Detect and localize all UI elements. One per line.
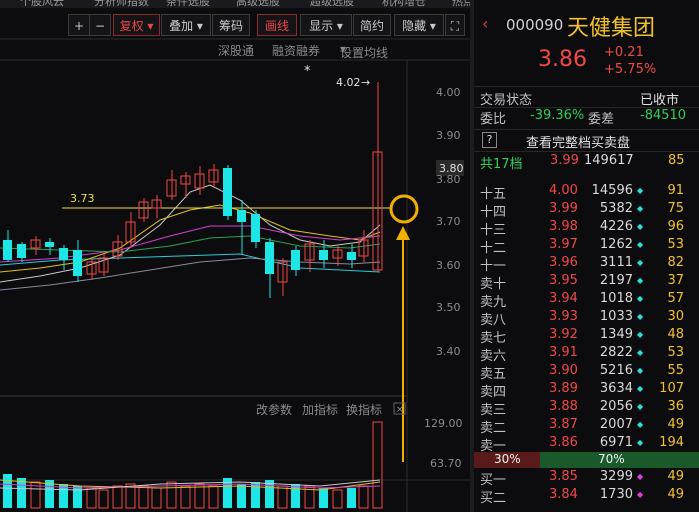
weicha-label: 委差 [588, 112, 615, 127]
vol-tick: 129.00 [424, 417, 463, 430]
full-book-row[interactable]: ? 查看完整档买卖盘 [474, 129, 699, 151]
ask-row: 卖九 3.94 1018 ◆ 57 [480, 291, 684, 310]
ask-row: 卖二 3.87 2007 ◆ 49 [480, 417, 684, 436]
ask-row: 十三 3.98 4226 ◆ 96 [480, 219, 684, 238]
weibi-value: -39.36% [530, 108, 585, 123]
bid-row: 买一 3.85 3299 ◆ 49 [480, 469, 684, 488]
ask-row: 卖七 3.92 1349 ◆ 48 [480, 327, 684, 346]
buy-ratio: 70% [598, 452, 625, 466]
total-levels-row: 共17档 3.99 149617 85 [474, 151, 699, 172]
ma-line-white [0, 184, 381, 283]
reference-line-label: 3.73 [70, 192, 95, 205]
ask-row: 卖十 3.95 2197 ◆ 37 [480, 273, 684, 292]
ask-row: 卖四 3.89 3634 ◆ 107 [480, 381, 684, 400]
status-value: 已收市 [640, 93, 680, 108]
annotation-circle [389, 194, 419, 224]
volume-bars [3, 421, 383, 509]
price-change: +0.21 +5.75% [604, 44, 656, 78]
ask-row: 卖三 3.88 2056 ◆ 36 [480, 399, 684, 418]
change-value: +0.21 [604, 45, 644, 60]
ma-line-gray [0, 257, 381, 291]
ask-row: 卖五 3.90 5216 ◆ 55 [480, 363, 684, 382]
price-tick: 3.60 [436, 259, 461, 272]
ask-row: 十一 3.96 3111 ◆ 82 [480, 255, 684, 274]
total-count: 85 [668, 153, 685, 168]
weibi-label: 委比 [480, 112, 507, 127]
annotation-arrowhead [396, 226, 410, 240]
quote-panel: ‹ 000090 天健集团 3.86 +0.21 +5.75% 交易状态 已收市… [474, 0, 699, 512]
edit-params-link[interactable]: 改参数 [256, 402, 292, 417]
ask-row: 十五 4.00 14596 ◆ 91 [480, 183, 684, 202]
price-tick: 3.80 [436, 173, 461, 186]
change-percent: +5.75% [604, 62, 657, 77]
total-price: 3.99 [550, 153, 579, 168]
trade-status-row: 交易状态 已收市 [474, 86, 699, 108]
stock-name: 天健集团 [567, 16, 656, 41]
star-mark: * [304, 64, 311, 79]
sort-icon[interactable]: ‹ [482, 14, 488, 33]
ask-row: 卖六 3.91 2822 ◆ 53 [480, 345, 684, 364]
price-chart[interactable]: 4.00 3.90 3.80 3.80 3.70 3.60 3.50 3.40 … [0, 0, 470, 512]
switch-indicator-link[interactable]: 换指标 [346, 402, 382, 417]
buy-sell-ratio-bar: 30% 70% [474, 452, 699, 468]
bid-row: 买二 3.84 1730 ◆ 49 [480, 487, 684, 506]
price-tick: 3.90 [436, 129, 461, 142]
high-price-label: 4.02 [336, 76, 361, 89]
price-tick: 3.70 [436, 215, 461, 228]
sell-ratio: 30% [494, 452, 521, 466]
stock-code: 000090 [506, 16, 564, 34]
price-tick: 4.00 [436, 86, 461, 99]
add-indicator-link[interactable]: 加指标 [302, 402, 338, 417]
price-tick: 3.50 [436, 301, 461, 314]
ask-row: 卖一 3.86 6971 ◆ 194 [480, 435, 684, 454]
full-book-link[interactable]: 查看完整档买卖盘 [526, 132, 630, 151]
stock-price: 3.86 [538, 47, 587, 72]
ask-row: 十二 3.97 1262 ◆ 53 [480, 237, 684, 256]
help-icon[interactable]: ? [482, 132, 497, 148]
ask-row: 卖八 3.93 1033 ◆ 30 [480, 309, 684, 328]
total-levels-label: 共17档 [480, 157, 523, 172]
price-tick: 3.40 [436, 345, 461, 358]
total-volume: 149617 [584, 153, 634, 168]
weibi-row: 委比 -39.36% 委差 -84510 [474, 107, 699, 127]
status-label: 交易状态 [480, 93, 533, 108]
ask-row: 十四 3.99 5382 ◆ 75 [480, 201, 684, 220]
high-arrow: → [361, 76, 370, 89]
candles [3, 82, 383, 298]
svg-text:×: × [396, 405, 404, 415]
weicha-value: -84510 [640, 108, 687, 123]
vol-tick: 63.70 [430, 457, 462, 470]
